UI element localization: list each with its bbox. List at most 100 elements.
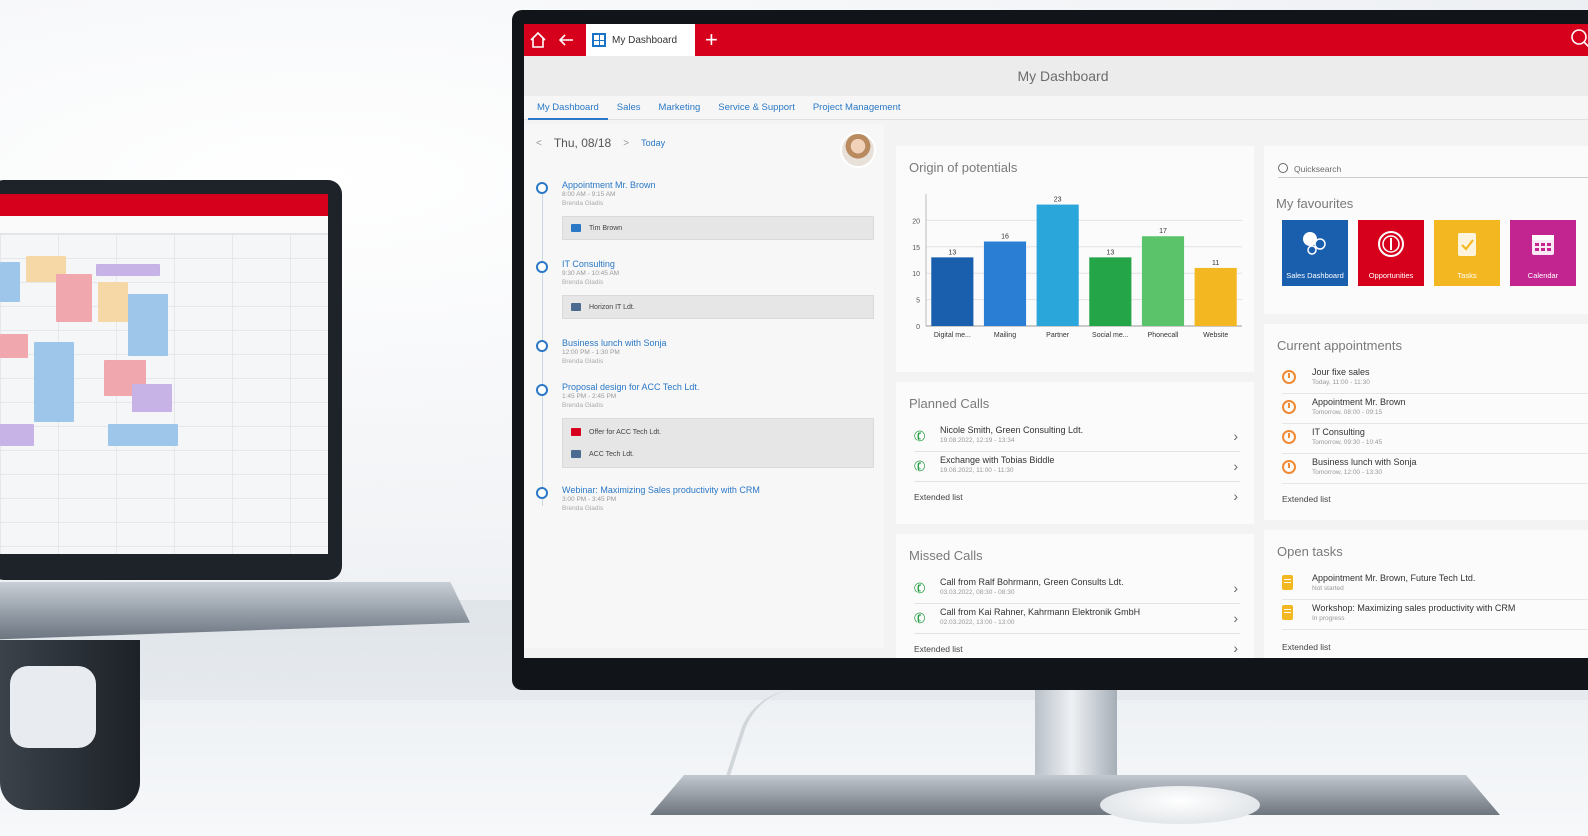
tasks-icon [1458,233,1476,256]
prev-day-icon[interactable]: < [536,138,542,149]
app-topbar: My Dashboard + [524,24,1588,56]
y-tick-label: 0 [916,324,920,331]
tile-tasks[interactable]: Tasks [1434,220,1500,286]
chevron-right-icon[interactable]: › [1233,488,1238,504]
attachment-row[interactable]: Horizon IT Ldt. [563,296,873,318]
agenda-item-title[interactable]: Business lunch with Sonja [562,338,667,348]
chevron-right-icon[interactable]: › [1233,458,1238,474]
extended-list-link[interactable]: Extended list › [914,640,1240,658]
chevron-right-icon[interactable]: › [1233,428,1238,444]
nav-tab-marketing[interactable]: Marketing [650,96,710,120]
agenda-item-title[interactable]: Webinar: Maximizing Sales productivity w… [562,485,760,495]
extended-list-link[interactable]: Extended list [1282,638,1588,658]
phone-icon: ✆ [911,426,928,446]
favourites-title: My favourites [1276,196,1354,211]
data-label: 23 [1054,197,1062,204]
calendar-event-block [108,424,178,446]
y-tick-label: 5 [916,298,920,305]
data-label: 13 [1106,249,1114,256]
nav-tab-service-support[interactable]: Service & Support [709,96,804,120]
x-tick-label: Social me... [1092,332,1129,339]
missed-calls-title: Missed Calls [909,548,983,563]
call-row[interactable]: ✆ Call from Kai Rahner, Kahrmann Elektro… [911,604,1240,634]
open-tasks-panel: Open tasks Appointment Mr. Brown, Future… [1264,530,1588,658]
appointment-time: Today, 11:00 - 11:30 [1312,379,1370,386]
agenda-item-owner: Brenda Gladis [562,402,604,409]
nav-tab-project-management[interactable]: Project Management [804,96,910,120]
laptop-stand-opening [10,666,96,748]
attachment-row[interactable]: Tim Brown [563,217,873,239]
appointment-title: Appointment Mr. Brown [1312,397,1406,407]
tile-opportunities[interactable]: Opportunities [1358,220,1424,286]
calendar-event-block [56,274,92,322]
nav-tab-my-dashboard[interactable]: My Dashboard [528,96,608,120]
agenda-item-time: 1:45 PM - 2:45 PM [562,393,617,400]
timeline-dot [536,340,548,352]
back-arrow-icon[interactable] [552,24,580,56]
favourites-panel: Quicksearch My favourites Sales Dashboar… [1264,146,1588,314]
current-appointments-panel: Current appointments Jour fixe sales Tod… [1264,324,1588,520]
attachment-label: ACC Tech Ldt. [589,450,635,458]
call-row[interactable]: ✆ Exchange with Tobias Biddle 19.08.2022… [911,452,1240,482]
chart-bar [1089,257,1132,326]
chevron-right-icon[interactable]: › [1233,610,1238,626]
extended-list-link[interactable]: Extended list › [914,488,1240,508]
search-icon[interactable] [1570,28,1588,52]
calendar-event-block [0,334,28,358]
task-status: In progress [1312,615,1345,622]
attachment-row[interactable]: Offer for ACC Tech Ldt. [563,421,873,443]
calendar-event-block [96,264,160,276]
chevron-right-icon[interactable]: › [1233,580,1238,596]
open-tasks-title: Open tasks [1277,544,1343,559]
today-link[interactable]: Today [641,138,665,148]
task-row[interactable]: Workshop: Maximizing sales productivity … [1282,600,1588,630]
extended-list-label: Extended list [914,492,963,502]
appointment-row[interactable]: Business lunch with Sonja Tomorrow, 12:0… [1282,454,1588,484]
attachment-label: Tim Brown [589,224,623,232]
appointment-time: Tomorrow, 12:00 - 13:30 [1312,469,1383,476]
task-row[interactable]: Appointment Mr. Brown, Future Tech Ltd. … [1282,570,1588,600]
attachment-row[interactable]: ACC Tech Ldt. [563,443,873,465]
quicksearch-input[interactable]: Quicksearch [1278,162,1588,178]
chevron-right-icon[interactable]: › [1233,640,1238,656]
agenda-item-title[interactable]: Appointment Mr. Brown [562,180,656,190]
y-tick-label: 20 [912,218,920,225]
appointment-row[interactable]: Jour fixe sales Today, 11:00 - 11:30 [1282,364,1588,394]
task-icon [1282,575,1293,590]
tile-label: Calendar [1527,271,1559,280]
monitor-neck [1035,688,1117,788]
page-title: My Dashboard [524,56,1588,96]
nav-tab-sales[interactable]: Sales [608,96,650,120]
agenda-item-time: 3:00 PM - 3:45 PM [562,496,617,503]
tab-my-dashboard[interactable]: My Dashboard [586,24,696,56]
monitor: My Dashboard + My Dashboard My Dashboard… [512,10,1588,690]
extended-list-link[interactable]: Extended list [1282,490,1588,510]
next-day-icon[interactable]: > [623,138,629,149]
tile-calendar[interactable]: Calendar [1510,220,1576,286]
timeline-dot [536,261,548,273]
call-row[interactable]: ✆ Nicole Smith, Green Consulting Ldt. 19… [911,422,1240,452]
appointment-row[interactable]: IT Consulting Tomorrow, 09:30 - 10:45 [1282,424,1588,454]
agenda-item-title[interactable]: IT Consulting [562,259,615,269]
tile-sales-dashboard[interactable]: Sales Dashboard [1282,220,1348,286]
agenda-date-nav: < Thu, 08/18 > Today [536,136,665,150]
home-icon[interactable] [524,24,552,56]
appointment-time: Tomorrow, 08:00 - 09:15 [1312,409,1383,416]
x-tick-label: Website [1203,332,1228,339]
agenda-attachments: Tim Brown [562,216,874,240]
call-title: Nicole Smith, Green Consulting Ldt. [940,425,1084,435]
add-tab-icon[interactable]: + [705,27,718,53]
x-tick-label: Partner [1046,332,1070,339]
calendar-event-block [128,294,168,356]
avatar[interactable] [840,132,876,168]
call-time: 02.03.2022, 13:00 - 13:00 [940,619,1015,626]
extended-list-label: Extended list [1282,642,1331,652]
appointment-row[interactable]: Appointment Mr. Brown Tomorrow, 08:00 - … [1282,394,1588,424]
call-row[interactable]: ✆ Call from Ralf Bohrmann, Green Consult… [911,574,1240,604]
tile-label: Sales Dashboard [1286,271,1344,280]
agenda-item-title[interactable]: Proposal design for ACC Tech Ldt. [562,382,699,392]
search-icon [1278,163,1288,173]
dashboard-app: My Dashboard + My Dashboard My Dashboard… [524,24,1588,658]
appointment-title: Business lunch with Sonja [1312,457,1417,467]
desk-surface [0,700,1588,836]
